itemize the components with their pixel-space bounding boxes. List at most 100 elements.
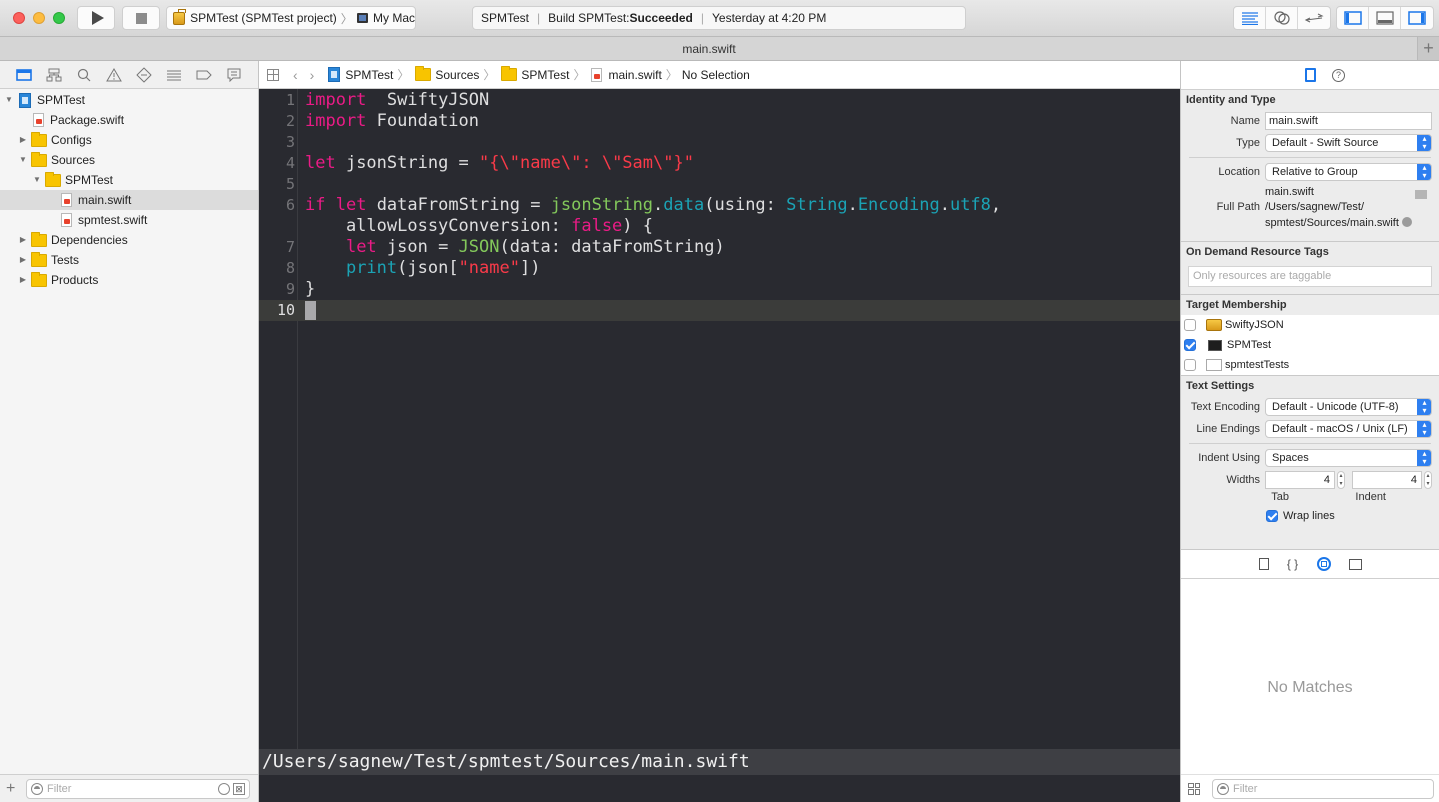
disclosure-collapsed-icon[interactable]: ▶ — [18, 230, 28, 250]
toggle-debug-area-button[interactable] — [1369, 7, 1401, 29]
assistant-editor-button[interactable] — [1266, 7, 1298, 29]
recent-files-icon[interactable] — [218, 782, 230, 795]
issue-navigator-tab[interactable] — [106, 67, 122, 83]
wrap-lines-checkbox[interactable] — [1266, 510, 1278, 522]
tab-width-field[interactable]: 4 — [1265, 471, 1335, 489]
tree-item-folder[interactable]: ▶ Configs — [0, 130, 258, 150]
library-content: No Matches — [1181, 579, 1439, 774]
file-template-library-icon[interactable] — [1258, 558, 1269, 570]
zoom-window-button[interactable] — [53, 12, 65, 24]
disclosure-expanded-icon[interactable]: ▼ — [32, 170, 42, 190]
related-items-icon[interactable] — [267, 68, 279, 81]
library-filter-input[interactable]: Filter — [1212, 778, 1434, 799]
encoding-popup[interactable]: Default - Unicode (UTF-8) ▴ ▾ — [1265, 398, 1432, 416]
toggle-navigator-button[interactable] — [1337, 7, 1369, 29]
tree-item-project[interactable]: ▼ SPMTest — [0, 90, 258, 110]
run-button[interactable] — [77, 6, 115, 30]
breadcrumb-project[interactable]: SPMTest — [345, 68, 393, 82]
code-line[interactable]: 6 if let dataFromString = jsonString.data… — [259, 195, 1180, 216]
code-line[interactable]: 9} — [259, 279, 1180, 300]
breadcrumb-spmtest[interactable]: SPMTest — [521, 68, 569, 82]
close-window-button[interactable] — [13, 12, 25, 24]
version-editor-button[interactable] — [1298, 7, 1330, 29]
code-line[interactable]: 2 import Foundation — [259, 111, 1180, 132]
debug-navigator-tab[interactable] — [166, 67, 182, 83]
tab-main-swift[interactable]: main.swift — [0, 42, 1418, 56]
code-line[interactable]: 5 — [259, 174, 1180, 195]
add-file-button[interactable]: + — [6, 780, 22, 798]
disclosure-collapsed-icon[interactable]: ▶ — [18, 270, 28, 290]
code-line[interactable]: 10 — [259, 300, 1180, 321]
grid-view-icon[interactable] — [1188, 782, 1200, 795]
tree-item-folder[interactable]: ▼ Sources — [0, 150, 258, 170]
media-library-icon[interactable] — [1348, 558, 1362, 570]
tree-item-folder[interactable]: ▶ Dependencies — [0, 230, 258, 250]
target-checkbox[interactable] — [1184, 319, 1196, 331]
line-number: 3 — [285, 133, 295, 151]
disclosure-expanded-icon[interactable]: ▼ — [4, 90, 14, 110]
indent-width-field[interactable]: 4 — [1352, 471, 1422, 489]
symbol-navigator-tab[interactable] — [46, 67, 62, 83]
target-checkbox[interactable] — [1184, 359, 1196, 371]
indent-width-stepper[interactable]: ▴ ▾ — [1424, 471, 1432, 489]
tree-item-folder[interactable]: ▶ Products — [0, 270, 258, 290]
reveal-in-finder-icon[interactable] — [1401, 217, 1412, 227]
target-membership-header: Target Membership — [1186, 299, 1287, 311]
disclosure-collapsed-icon[interactable]: ▶ — [18, 250, 28, 270]
standard-editor-button[interactable] — [1234, 7, 1266, 29]
tree-item-file[interactable]: spmtest.swift — [0, 210, 258, 230]
choose-folder-icon[interactable] — [1415, 190, 1427, 199]
toggle-inspector-button[interactable] — [1401, 7, 1433, 29]
name-field[interactable]: main.swift — [1265, 112, 1432, 130]
resource-tags-field[interactable]: Only resources are taggable — [1188, 266, 1432, 287]
tab-width-stepper[interactable]: ▴ ▾ — [1337, 471, 1345, 489]
type-popup[interactable]: Default - Swift Source ▴ ▾ — [1265, 134, 1432, 152]
stop-button[interactable] — [122, 6, 160, 30]
tree-item-folder[interactable]: ▼ SPMTest — [0, 170, 258, 190]
tree-item-folder[interactable]: ▶ Tests — [0, 250, 258, 270]
minimize-window-button[interactable] — [33, 12, 45, 24]
tab-bar: main.swift + — [0, 37, 1439, 61]
code-line[interactable]: 3 — [259, 132, 1180, 153]
source-editor[interactable]: 1 import SwiftyJSON 2 import Foundation 3 4 le… — [259, 89, 1180, 749]
file-inspector-tab-icon[interactable] — [1305, 68, 1316, 82]
code-line[interactable]: 4 let jsonString = "{\"name\": \"Sam\"}" — [259, 153, 1180, 174]
source-control-filter-icon[interactable]: ⊠ — [233, 782, 245, 795]
target-checkbox-checked[interactable] — [1184, 339, 1196, 351]
scheme-device[interactable]: My Mac — [373, 11, 415, 25]
disclosure-expanded-icon[interactable]: ▼ — [18, 150, 28, 170]
line-endings-popup[interactable]: Default - macOS / Unix (LF) ▴ ▾ — [1265, 420, 1432, 438]
location-popup[interactable]: Relative to Group ▴ ▾ — [1265, 163, 1432, 181]
report-navigator-tab[interactable] — [226, 67, 242, 83]
quick-help-tab-icon[interactable]: ? — [1332, 68, 1345, 82]
disclosure-collapsed-icon[interactable]: ▶ — [18, 130, 28, 150]
breakpoint-navigator-tab[interactable] — [196, 67, 212, 83]
tree-item-label: Configs — [51, 133, 92, 147]
navigator-filter-input[interactable]: Filter ⊠ — [26, 778, 250, 799]
code-line[interactable]: 7 let json = JSON(data: dataFromString) — [259, 237, 1180, 258]
code-line[interactable]: allowLossyConversion: false) { — [259, 216, 1180, 237]
location-file: main.swift — [1265, 186, 1314, 198]
project-navigator-tab[interactable] — [16, 67, 32, 83]
tree-item-file[interactable]: Package.swift — [0, 110, 258, 130]
forward-arrow-icon[interactable]: › — [310, 67, 315, 83]
breadcrumb-selection[interactable]: No Selection — [682, 68, 750, 82]
scheme-target[interactable]: SPMTest (SPMTest project) — [190, 11, 337, 25]
find-navigator-tab[interactable] — [76, 67, 92, 83]
breadcrumb-sources[interactable]: Sources — [435, 68, 479, 82]
back-arrow-icon[interactable]: ‹ — [293, 67, 298, 83]
code-line[interactable]: 1 import SwiftyJSON — [259, 90, 1180, 111]
indent-using-popup[interactable]: Spaces ▴ ▾ — [1265, 449, 1432, 467]
no-matches-text: No Matches — [1267, 679, 1353, 696]
scheme-selector[interactable]: SPMTest (SPMTest project) 〉 My Mac — [166, 6, 416, 30]
terminal-app-icon — [1208, 339, 1222, 351]
add-tab-button[interactable]: + — [1417, 37, 1439, 60]
tree-item-file-selected[interactable]: main.swift — [0, 190, 258, 210]
breadcrumb-file[interactable]: main.swift — [608, 68, 661, 82]
test-navigator-tab[interactable] — [136, 67, 152, 83]
code-snippet-library-icon[interactable]: { } — [1287, 557, 1299, 571]
encoding-value: Default - Unicode (UTF-8) — [1272, 401, 1399, 413]
code-line[interactable]: 8 print(json["name"]) — [259, 258, 1180, 279]
object-library-icon[interactable] — [1316, 557, 1331, 571]
code-token: SwiftyJSON — [366, 90, 490, 110]
